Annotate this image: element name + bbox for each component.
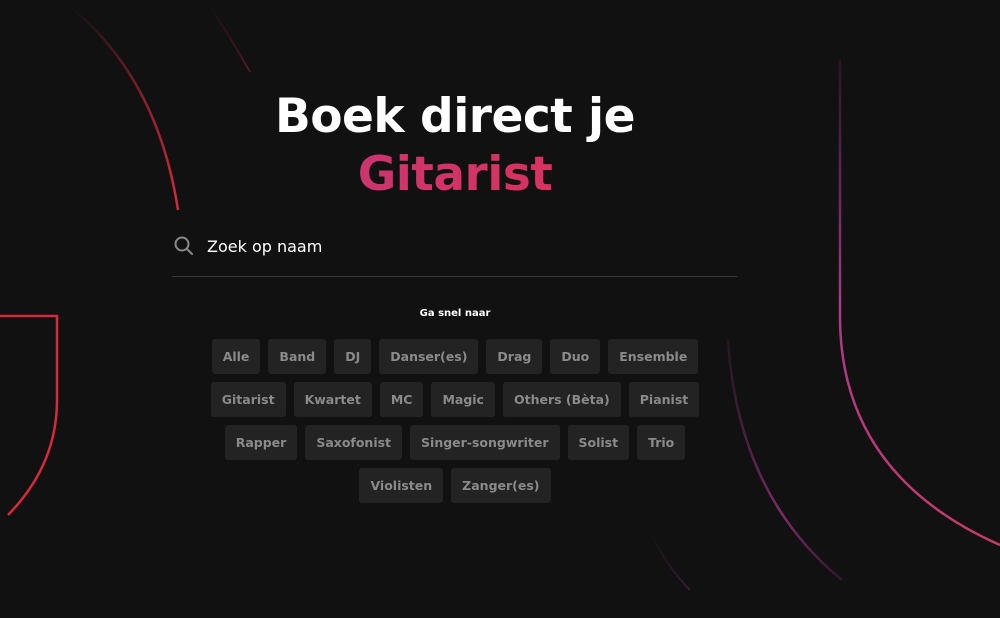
search-icon: [174, 236, 193, 255]
chip-others-beta[interactable]: Others (Bèta): [502, 382, 621, 417]
chip-kwartet[interactable]: Kwartet: [293, 382, 372, 417]
chip-violisten[interactable]: Violisten: [359, 468, 444, 503]
quick-nav-label: Ga snel naar: [419, 308, 491, 319]
chip-magic[interactable]: Magic: [431, 382, 495, 417]
chip-danseres[interactable]: Danser(es): [379, 339, 479, 374]
chip-trio[interactable]: Trio: [637, 425, 686, 460]
chip-row: Violisten Zanger(es): [0, 468, 910, 503]
hero-category: Gitarist: [0, 146, 910, 204]
chip-solist[interactable]: Solist: [567, 425, 630, 460]
chip-gitarist[interactable]: Gitarist: [210, 382, 286, 417]
chip-row: Rapper Saxofonist Singer-songwriter Soli…: [0, 425, 910, 460]
chip-rapper[interactable]: Rapper: [224, 425, 298, 460]
page: Boek direct je Gitarist Ga snel naar All…: [0, 0, 1000, 618]
chip-row: Alle Band DJ Danser(es) Drag Duo Ensembl…: [0, 339, 910, 374]
chip-row: Gitarist Kwartet MC Magic Others (Bèta) …: [0, 382, 910, 417]
chip-pianist[interactable]: Pianist: [628, 382, 700, 417]
search-bar[interactable]: [172, 226, 737, 277]
search-input[interactable]: [207, 236, 707, 256]
hero-heading: Boek direct je Gitarist: [0, 88, 910, 204]
category-chips: Alle Band DJ Danser(es) Drag Duo Ensembl…: [0, 339, 910, 511]
chip-drag[interactable]: Drag: [486, 339, 543, 374]
chip-band[interactable]: Band: [268, 339, 327, 374]
hero-title: Boek direct je: [274, 89, 636, 144]
chip-alle[interactable]: Alle: [211, 339, 261, 374]
chip-duo[interactable]: Duo: [550, 339, 601, 374]
chip-singer-songwriter[interactable]: Singer-songwriter: [410, 425, 560, 460]
chip-ensemble[interactable]: Ensemble: [608, 339, 699, 374]
chip-mc[interactable]: MC: [379, 382, 424, 417]
chip-saxofonist[interactable]: Saxofonist: [305, 425, 403, 460]
chip-dj[interactable]: DJ: [334, 339, 372, 374]
chip-zangeres[interactable]: Zanger(es): [451, 468, 551, 503]
